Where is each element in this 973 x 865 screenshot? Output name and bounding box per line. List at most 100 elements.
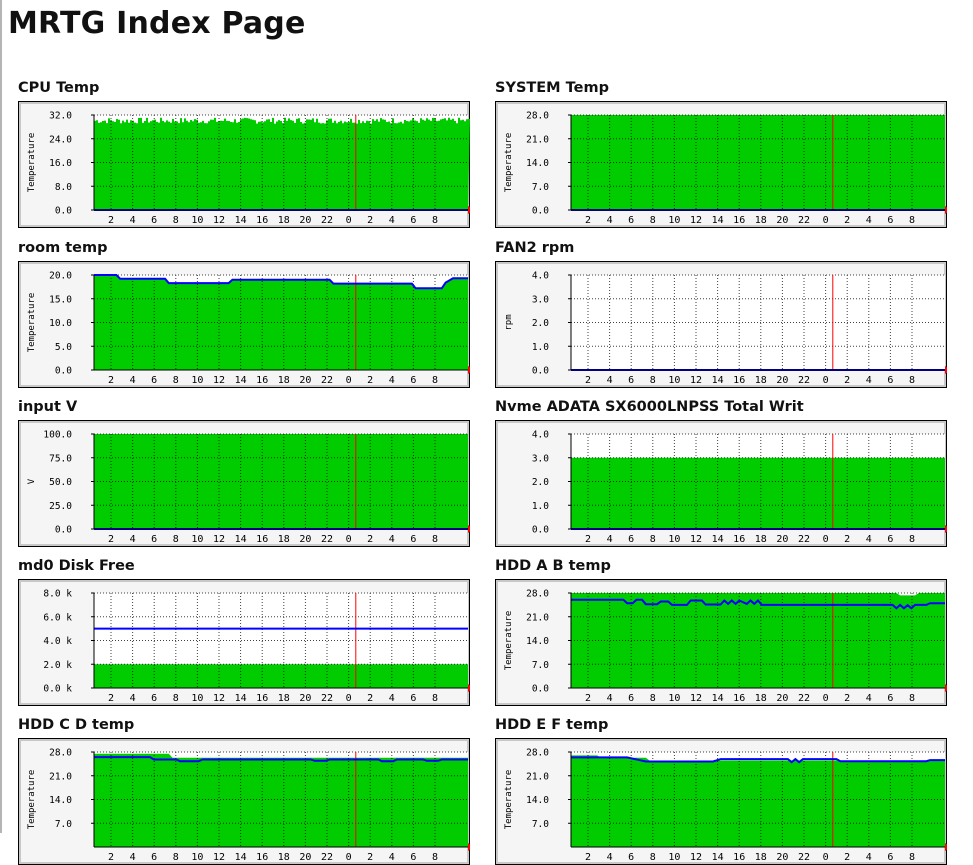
y-tick-label: 14.0	[526, 158, 549, 169]
y-tick-label: 28.0	[526, 589, 549, 600]
x-tick-label: 6	[887, 215, 893, 226]
x-tick-label: 20	[299, 375, 311, 386]
graph-title: SYSTEM Temp	[495, 80, 609, 96]
y-tick-label: 28.0	[49, 748, 72, 759]
x-tick-label: 8	[650, 693, 656, 704]
x-tick-label: 22	[798, 534, 810, 545]
x-tick-label: 14	[712, 215, 724, 226]
y-tick-label: 4.0	[532, 430, 549, 441]
graph-link[interactable]: 100.0 75.0 50.0 25.0 0.0 V 2 4 6 8 10 12 14 16 18 20 22 0…	[18, 420, 470, 547]
graph-link[interactable]: 28.0 21.0 14.0 7.0 Temperature 2 4 6 8 10 12 14 16 18…	[18, 738, 470, 865]
graph-title: Nvme ADATA SX6000LNPSS Total Writ	[495, 399, 804, 415]
x-tick-label: 18	[755, 534, 767, 545]
x-tick-label: 12	[690, 534, 702, 545]
x-axis-arrow	[945, 843, 947, 851]
y-tick-label: 2.0	[532, 318, 549, 329]
graph-link[interactable]: 4.0 3.0 2.0 1.0 0.0 rpm 2 4 6 8 10 12 14 16 18 20 22 0 2 4 6…	[495, 261, 947, 388]
x-tick-label: 22	[798, 852, 810, 863]
x-tick-label: 4	[866, 693, 872, 704]
y-tick-label: 21.0	[526, 771, 549, 782]
y-tick-label: 7.0	[532, 819, 549, 830]
y-tick-label: 24.0	[49, 134, 72, 145]
graph-link[interactable]: 28.0 21.0 14.0 7.0 Temperature 2 4 6 8 10 12 14 16 18…	[495, 738, 947, 865]
x-tick-label: 20	[299, 693, 311, 704]
graph-link[interactable]: 20.0 15.0 10.0 5.0 0.0 Temperature 2 4 6 8 10 12 14 1…	[18, 261, 470, 388]
x-tick-label: 2	[108, 852, 114, 863]
graph-image: 28.0 21.0 14.0 7.0 Temperature 2 4 6 8 10 12 14 16 18…	[18, 738, 470, 865]
graph-link[interactable]: 8.0 k 6.0 k 4.0 k 2.0 k 0.0 k 2 4 6 8 10 12 14 16 18 2…	[18, 579, 470, 706]
y-tick-label: 5.0	[55, 342, 72, 353]
x-tick-label: 6	[628, 852, 634, 863]
x-tick-label: 18	[755, 215, 767, 226]
series-in	[571, 457, 945, 529]
x-tick-label: 6	[410, 852, 416, 863]
in-area	[94, 753, 468, 847]
x-tick-label: 10	[668, 852, 680, 863]
graph-image: 28.0 21.0 14.0 7.0 Temperature 2 4 6 8 10 12 14 16 18…	[495, 738, 947, 865]
x-tick-label: 14	[235, 693, 247, 704]
x-tick-label: 14	[712, 852, 724, 863]
y-tick-label: 0.0	[532, 206, 549, 217]
x-tick-label: 20	[776, 852, 788, 863]
graph-title: HDD E F temp	[495, 717, 609, 733]
x-tick-label: 18	[755, 852, 767, 863]
x-tick-label: 4	[389, 375, 395, 386]
x-tick-label: 20	[776, 534, 788, 545]
x-tick-label: 4	[866, 215, 872, 226]
y-tick-label: 21.0	[49, 771, 72, 782]
graph-link[interactable]: 28.0 21.0 14.0 7.0 0.0 Temperature 2 4 6 8 10 12 14 1…	[495, 101, 947, 228]
y-axis-label: rpm	[504, 314, 514, 330]
x-tick-label: 8	[909, 852, 915, 863]
x-tick-label: 16	[733, 852, 745, 863]
x-tick-label: 22	[798, 375, 810, 386]
x-tick-label: 20	[776, 693, 788, 704]
x-tick-label: 2	[367, 215, 373, 226]
x-tick-label: 8	[909, 215, 915, 226]
x-tick-label: 6	[151, 375, 157, 386]
x-tick-label: 6	[151, 693, 157, 704]
x-tick-label: 22	[798, 693, 810, 704]
y-tick-label: 7.0	[532, 660, 549, 671]
x-tick-label: 2	[108, 693, 114, 704]
x-tick-label: 16	[256, 693, 268, 704]
y-tick-label: 20.0	[49, 271, 72, 282]
x-tick-label: 4	[130, 852, 136, 863]
x-tick-label: 16	[733, 534, 745, 545]
x-tick-label: 4	[607, 375, 613, 386]
x-tick-label: 12	[213, 852, 225, 863]
x-tick-label: 8	[650, 215, 656, 226]
x-tick-label: 12	[690, 693, 702, 704]
graph-link[interactable]: 28.0 21.0 14.0 7.0 0.0 Temperature 2 4 6 8 10 12 14 1…	[495, 579, 947, 706]
graph-title: room temp	[18, 240, 108, 256]
y-axis-label: Temperature	[27, 293, 37, 353]
x-axis-arrow	[945, 206, 947, 214]
x-tick-label: 20	[776, 215, 788, 226]
graph-link[interactable]: 4.0 3.0 2.0 1.0 0.0 2 4 6 8 10 12 14 16 18 20 22 0 2 4 6 8	[495, 420, 947, 547]
x-tick-label: 18	[278, 693, 290, 704]
graph-image: 28.0 21.0 14.0 7.0 0.0 Temperature 2 4 6 8 10 12 14 1…	[495, 579, 947, 706]
y-tick-label: 14.0	[526, 636, 549, 647]
graph-link[interactable]: 32.0 24.0 16.0 8.0 0.0 Temperature 2 4 6 8 10 12 14 1…	[18, 101, 470, 228]
y-axis-label: Temperature	[504, 133, 514, 193]
x-tick-label: 18	[278, 375, 290, 386]
x-tick-label: 6	[887, 534, 893, 545]
x-tick-label: 16	[733, 375, 745, 386]
y-tick-label: 4.0 k	[43, 636, 72, 647]
x-tick-label: 8	[173, 693, 179, 704]
y-tick-label: 50.0	[49, 477, 72, 488]
y-tick-label: 2.0	[532, 477, 549, 488]
graph-title: md0 Disk Free	[18, 558, 135, 574]
x-tick-label: 12	[690, 375, 702, 386]
x-tick-label: 16	[733, 693, 745, 704]
x-tick-label: 12	[213, 534, 225, 545]
x-tick-label: 12	[213, 693, 225, 704]
x-tick-label: 6	[151, 215, 157, 226]
x-tick-label: 8	[173, 534, 179, 545]
x-tick-label: 2	[585, 534, 591, 545]
y-axis-label: Temperature	[504, 770, 514, 830]
x-tick-label: 2	[585, 693, 591, 704]
x-tick-label: 16	[256, 534, 268, 545]
x-tick-label: 2	[367, 534, 373, 545]
x-tick-label: 4	[130, 693, 136, 704]
x-tick-label: 8	[173, 852, 179, 863]
